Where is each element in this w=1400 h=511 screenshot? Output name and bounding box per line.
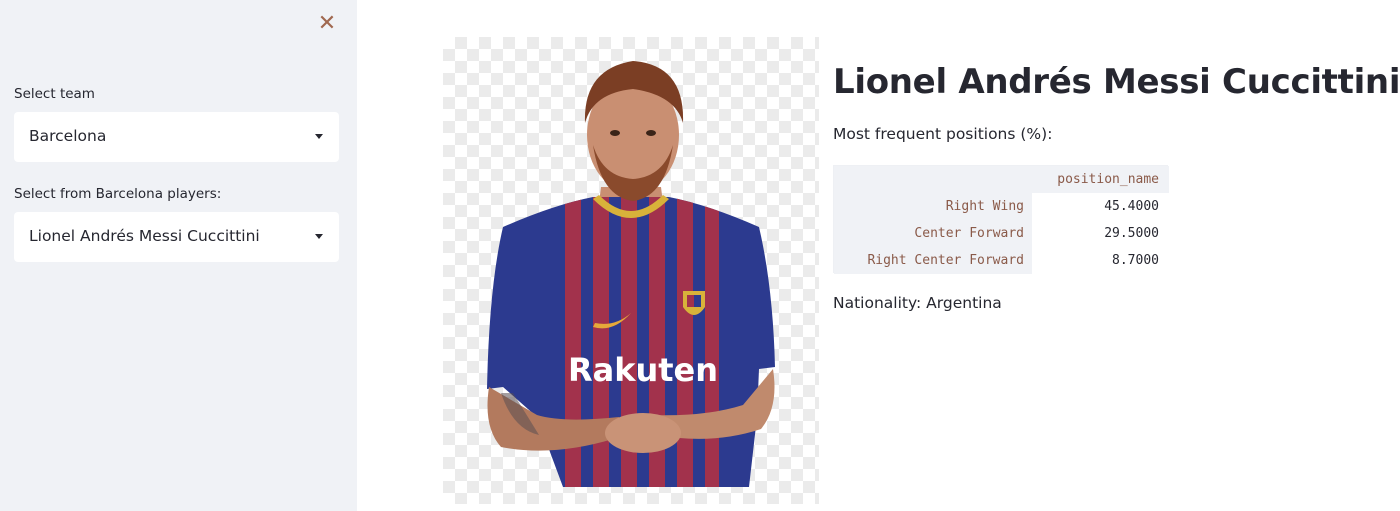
close-sidebar-icon[interactable]: ✕ bbox=[316, 12, 338, 36]
sidebar: ✕ Select team Barcelona Select from Barc… bbox=[0, 0, 357, 511]
table-cell: 8.7000 bbox=[1032, 247, 1169, 274]
chevron-down-icon bbox=[315, 134, 323, 139]
table-row-index: Center Forward bbox=[834, 220, 1032, 247]
table-row-index: Right Wing bbox=[834, 193, 1032, 220]
app-root: ✕ Select team Barcelona Select from Barc… bbox=[0, 0, 1400, 511]
positions-table: position_name Right Wing 45.4000 Center … bbox=[833, 165, 1169, 274]
shirt-sponsor-text: Rakuten bbox=[568, 351, 718, 389]
table-corner bbox=[834, 166, 1032, 193]
table-column-header[interactable]: position_name bbox=[1032, 166, 1169, 193]
table-cell: 29.5000 bbox=[1032, 220, 1169, 247]
player-photo: Rakuten bbox=[443, 37, 819, 504]
nationality-text: Nationality: Argentina bbox=[833, 294, 1002, 312]
positions-heading: Most frequent positions (%): bbox=[833, 125, 1053, 143]
table-row-index: Right Center Forward bbox=[834, 247, 1032, 274]
player-select[interactable]: Lionel Andrés Messi Cuccittini bbox=[14, 212, 339, 262]
table-cell: 45.4000 bbox=[1032, 193, 1169, 220]
page-title: Lionel Andrés Messi Cuccittini bbox=[833, 62, 1400, 102]
player-select-value: Lionel Andrés Messi Cuccittini bbox=[29, 227, 260, 245]
player-illustration: Rakuten bbox=[487, 61, 775, 487]
player-select-label: Select from Barcelona players: bbox=[14, 186, 222, 202]
team-select[interactable]: Barcelona bbox=[14, 112, 339, 162]
team-select-label: Select team bbox=[14, 86, 95, 102]
chevron-down-icon bbox=[315, 234, 323, 239]
team-select-value: Barcelona bbox=[29, 127, 107, 145]
